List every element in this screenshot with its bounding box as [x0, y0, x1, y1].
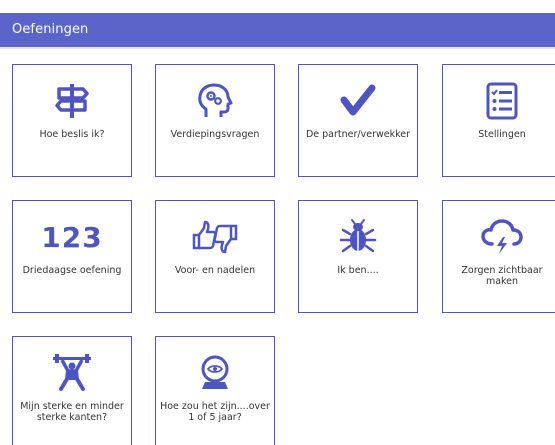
tile-label: Mijn sterke en minder sterke kanten?	[20, 401, 124, 423]
bug-icon	[299, 218, 417, 256]
weightlifter-icon	[13, 354, 131, 392]
thumbs-up-down-icon	[156, 218, 274, 256]
tile-label: Ik ben....	[337, 265, 379, 276]
tile-label: Voor- en nadelen	[174, 265, 256, 276]
page-title: Oefeningen	[12, 22, 89, 37]
tile-label: Hoe beslis ik?	[39, 129, 105, 140]
storm-cloud-icon	[443, 218, 555, 256]
tile-label: Verdiepingsvragen	[170, 129, 260, 140]
tile-label: Stellingen	[478, 129, 526, 140]
numbers-123-icon: 123	[41, 220, 103, 254]
tile-sterke-kanten[interactable]: Mijn sterke en minder sterke kanten?	[12, 336, 132, 445]
checkmark-icon	[299, 82, 417, 120]
tile-label: Zorgen zichtbaar maken	[461, 265, 543, 287]
crystal-ball-icon	[156, 354, 274, 392]
tile-driedaagse-oefening[interactable]: 123 Driedaagse oefening	[12, 200, 132, 313]
tile-stellingen[interactable]: Stellingen	[442, 64, 555, 177]
signpost-icon	[13, 82, 131, 120]
head-gears-icon	[156, 82, 274, 120]
tile-partner-verwekker[interactable]: De partner/verwekker	[298, 64, 418, 177]
tile-ik-ben[interactable]: Ik ben....	[298, 200, 418, 313]
tile-verdiepingsvragen[interactable]: Verdiepingsvragen	[155, 64, 275, 177]
tile-hoe-beslis-ik[interactable]: Hoe beslis ik?	[12, 64, 132, 177]
tile-zorgen-zichtbaar-maken[interactable]: Zorgen zichtbaar maken	[442, 200, 555, 313]
tile-label: Hoe zou het zijn....over 1 of 5 jaar?	[160, 401, 270, 423]
header-bar: Oefeningen	[0, 13, 555, 49]
checklist-icon	[443, 82, 555, 120]
tile-label: Driedaagse oefening	[22, 265, 122, 276]
tile-voor-en-nadelen[interactable]: Voor- en nadelen	[155, 200, 275, 313]
exercises-page: Oefeningen Hoe beslis ik? Verdiepingsvra…	[0, 0, 555, 445]
tile-label: De partner/verwekker	[305, 129, 411, 140]
tile-hoe-zou-het-zijn[interactable]: Hoe zou het zijn....over 1 of 5 jaar?	[155, 336, 275, 445]
